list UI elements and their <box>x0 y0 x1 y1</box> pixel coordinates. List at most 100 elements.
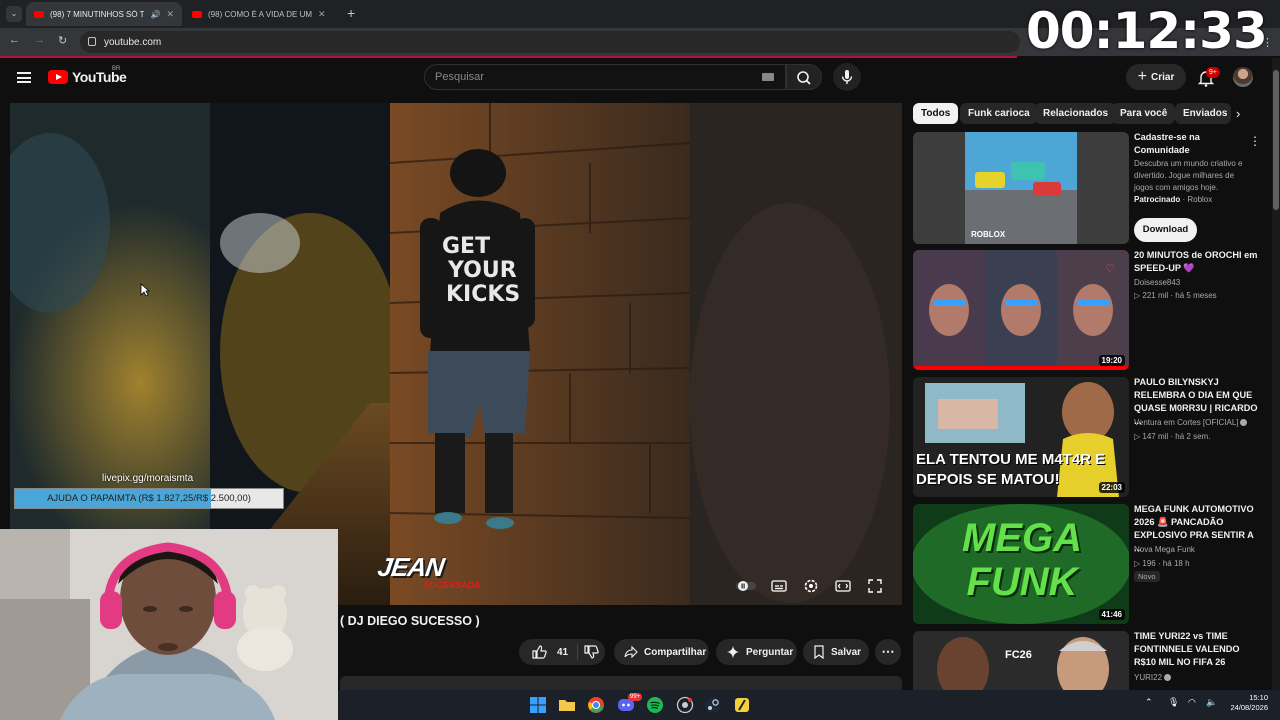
mouse-cursor-icon <box>140 283 151 302</box>
divider <box>577 644 578 660</box>
tray-chevron-icon[interactable]: ⌃ <box>1145 697 1153 708</box>
verified-icon <box>1164 674 1172 681</box>
webcam-feed <box>0 529 338 720</box>
video-thumbnail[interactable]: FC26 <box>913 631 1129 690</box>
thumbs-up-icon <box>532 645 547 659</box>
ad-thumbnail[interactable]: ROBLOX <box>913 132 1129 244</box>
webcam-overlay <box>0 529 338 720</box>
thumbs-down-icon[interactable] <box>581 643 601 661</box>
browser-menu-icon[interactable]: ⋮ <box>1262 36 1273 49</box>
chip-all[interactable]: Todos <box>913 103 959 124</box>
fullscreen-icon[interactable] <box>866 577 884 595</box>
close-tab-icon[interactable]: ✕ <box>166 9 174 20</box>
speaker-icon[interactable]: 🔊 <box>150 10 160 19</box>
channel-name[interactable]: Ventura em Cortes [OFICIAL] <box>1134 418 1248 427</box>
pinned-app-icon[interactable] <box>733 696 751 714</box>
share-button[interactable]: Compartilhar <box>614 639 709 665</box>
autoplay-toggle-icon[interactable] <box>735 577 757 595</box>
new-badge: Novo <box>1134 571 1160 582</box>
youtube-logo[interactable]: YouTube BR <box>48 66 127 85</box>
video-watermark: JEAN <box>375 552 446 582</box>
address-bar[interactable]: youtube.com <box>80 31 1020 53</box>
video-stats: ▷ 147 mil · há 2 sem. <box>1134 432 1211 441</box>
scrollbar-thumb[interactable] <box>1273 70 1279 210</box>
save-button[interactable]: Salvar <box>803 639 869 665</box>
ad-thumbnail-image <box>913 132 1129 244</box>
search-input[interactable]: Pesquisar <box>424 64 786 90</box>
browser-tab-active[interactable]: (98) 7 MINUTINHOS SÓ TA... 🔊 ✕ <box>26 2 182 26</box>
tray-mic-icon[interactable]: 🎙 <box>1168 697 1179 708</box>
video-stats: ▷ 221 mil · há 5 meses <box>1134 291 1217 300</box>
more-icon: ⋯ <box>881 644 895 659</box>
site-info-icon[interactable] <box>88 37 96 46</box>
channel-name[interactable]: Doisesse843 <box>1134 278 1180 287</box>
tab-search-button[interactable]: ⌄ <box>6 6 22 22</box>
avatar[interactable] <box>1233 67 1253 87</box>
discord-badge: 99+ <box>628 693 643 701</box>
close-tab-icon[interactable]: ✕ <box>318 9 326 20</box>
svg-text:YOUR: YOUR <box>447 258 517 283</box>
ad-menu-icon[interactable]: ⋮ <box>1249 134 1261 148</box>
video-thumbnail[interactable]: 19:20 <box>913 250 1129 370</box>
volume-icon[interactable]: 🔈 <box>1206 697 1217 708</box>
ad-title[interactable]: Cadastre-se na Comunidade <box>1134 131 1234 157</box>
subtitles-icon[interactable] <box>770 577 788 595</box>
file-explorer-icon[interactable] <box>558 696 576 714</box>
sparkle-icon <box>727 646 739 658</box>
reload-icon[interactable]: ↻ <box>58 34 67 47</box>
chevron-right-icon[interactable]: › <box>1236 106 1240 121</box>
more-actions-button[interactable]: ⋯ <box>875 639 901 665</box>
video-thumbnail[interactable]: MEGA FUNK 41:46 <box>913 504 1129 624</box>
menu-icon[interactable] <box>17 72 31 83</box>
voice-search-button[interactable] <box>833 63 861 91</box>
video-title: ( DJ DIEGO SUCESSO ) <box>340 614 480 628</box>
advertiser-name: Roblox <box>1187 195 1213 204</box>
theater-mode-icon[interactable] <box>834 577 852 595</box>
upload-age: há 2 sem. <box>1175 432 1211 441</box>
save-label: Salvar <box>831 646 862 658</box>
new-tab-button[interactable]: + <box>347 5 355 21</box>
chip-funk-carioca[interactable]: Funk carioca <box>960 103 1038 124</box>
channel-name[interactable]: YURI22 <box>1134 673 1172 682</box>
upload-age: há 5 meses <box>1175 291 1217 300</box>
search-placeholder: Pesquisar <box>435 71 484 83</box>
windows-taskbar <box>338 690 1280 720</box>
windows-start-icon[interactable] <box>529 696 547 714</box>
view-count: 147 mil <box>1142 432 1169 441</box>
tab-title: (98) COMO É A VIDA DE UM C... <box>208 9 312 19</box>
video-duration: 41:46 <box>1098 609 1125 620</box>
description-box[interactable] <box>340 676 902 690</box>
channel-name[interactable]: Nova Mega Funk <box>1134 545 1195 554</box>
video-thumbnail[interactable]: ELA TENTOU ME M4T4R E DEPOIS SE MATOU! 2… <box>913 377 1129 497</box>
like-count: 41 <box>557 646 569 658</box>
chrome-icon[interactable] <box>587 696 605 714</box>
ask-button[interactable]: Perguntar <box>716 639 797 665</box>
forward-icon[interactable]: → <box>34 34 45 46</box>
search-button[interactable] <box>786 64 822 90</box>
chip-uploaded[interactable]: Enviados <box>1175 103 1231 124</box>
video-title[interactable]: TIME YURI22 vs TIME FONTINNELE VALENDO R… <box>1134 630 1262 669</box>
create-button[interactable]: + Criar <box>1126 64 1186 90</box>
steam-icon[interactable] <box>704 696 722 714</box>
browser-tab[interactable]: (98) COMO É A VIDA DE UM C... ✕ <box>184 2 340 26</box>
download-button[interactable]: Download <box>1134 218 1197 242</box>
notification-badge: 9+ <box>1206 67 1220 78</box>
upload-age: há 18 h <box>1162 559 1190 568</box>
bookmark-icon <box>814 645 824 659</box>
verified-icon <box>1240 419 1248 426</box>
spotify-icon[interactable] <box>646 696 664 714</box>
wifi-icon[interactable]: ◠ <box>1188 697 1196 708</box>
settings-gear-icon[interactable] <box>802 577 820 595</box>
back-icon[interactable]: ← <box>9 34 20 46</box>
video-title[interactable]: 20 MINUTOS de OROCHI em SPEED-UP 💜 <box>1134 249 1262 275</box>
keyboard-icon[interactable] <box>762 73 774 81</box>
channel-label: Ventura em Cortes [OFICIAL] <box>1134 418 1239 427</box>
like-button[interactable]: 41 <box>519 639 605 665</box>
app-icon[interactable] <box>676 696 694 714</box>
download-label: Download <box>1142 224 1189 235</box>
clock-time: 15:10 <box>1249 693 1268 702</box>
chip-for-you[interactable]: Para você <box>1112 103 1176 124</box>
chip-related[interactable]: Relacionados <box>1035 103 1117 124</box>
donation-goal-text: AJUDA O PAPAIMTA (R$ 1.827,25/R$ 2.500,0… <box>47 493 251 504</box>
taskbar-clock[interactable]: 15:10 24/08/2026 <box>1222 693 1268 713</box>
